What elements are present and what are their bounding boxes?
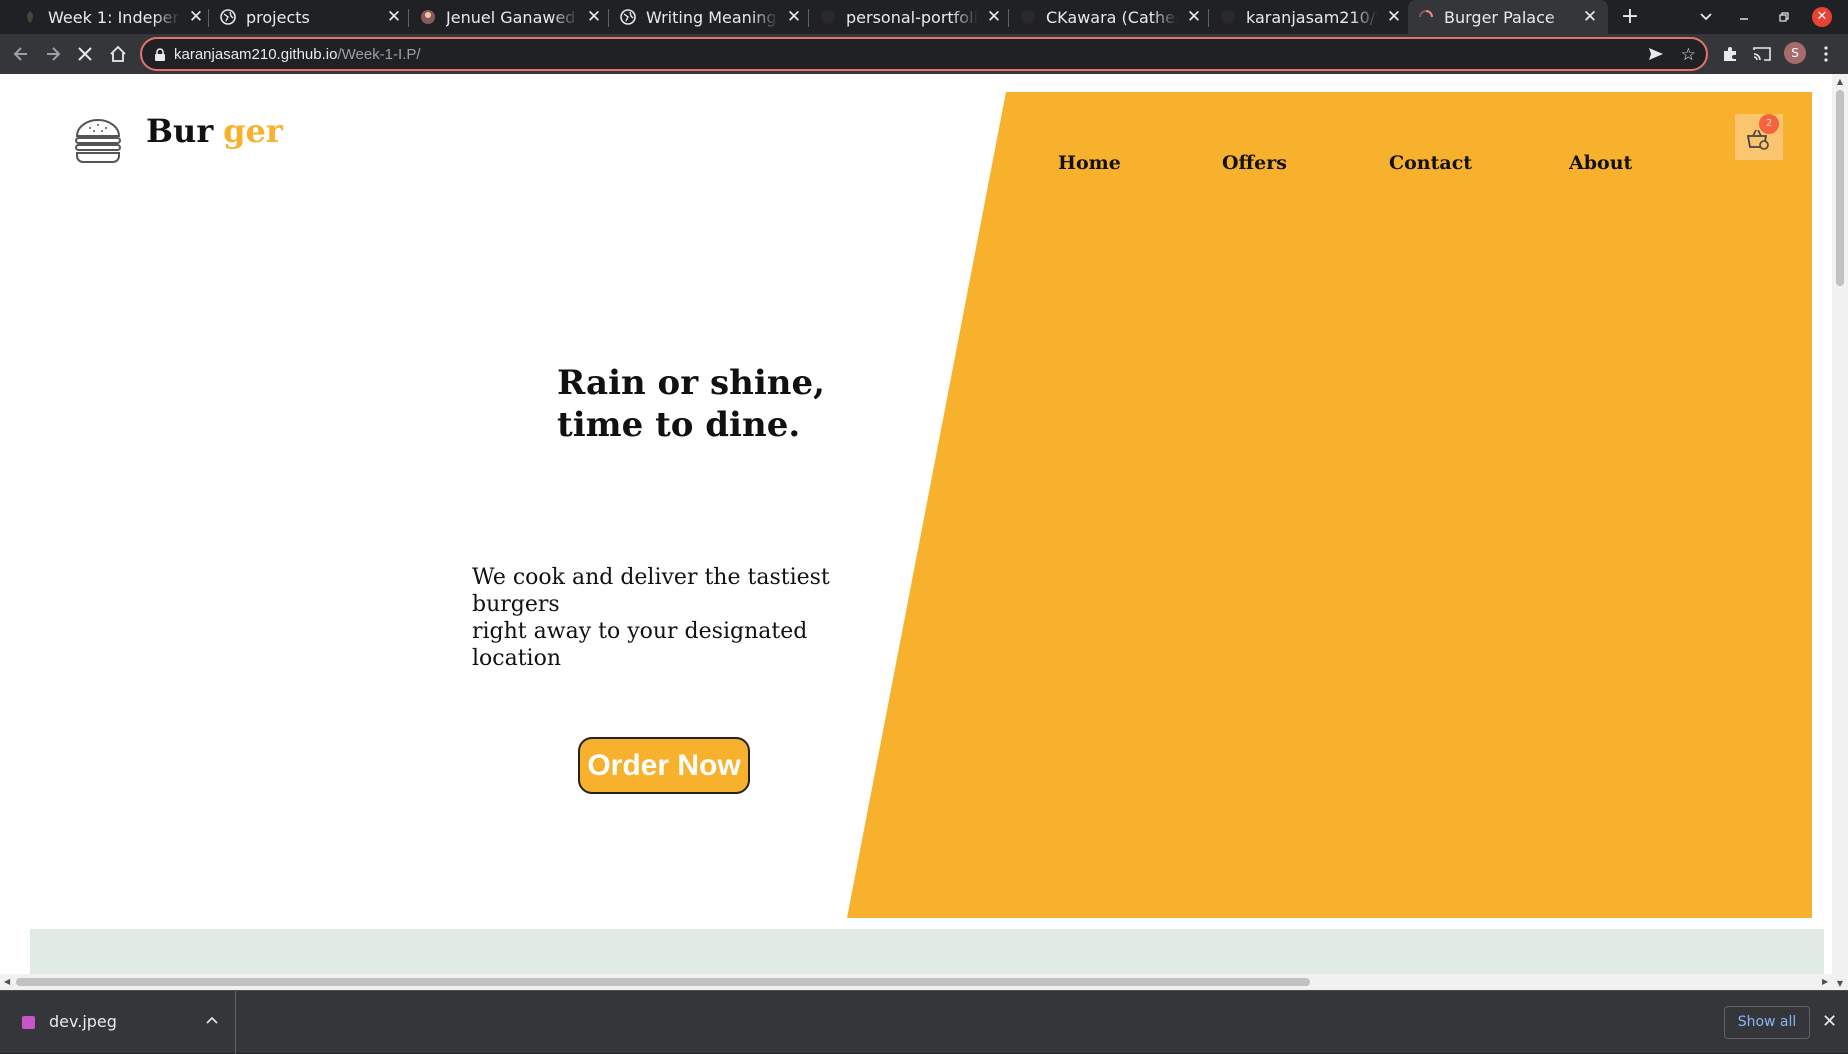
address-bar[interactable]: karanjasam210.github.io/Week-1-I.P/ ☆ [140,37,1708,71]
url-text: karanjasam210.github.io/Week-1-I.P/ [174,46,421,63]
scroll-right-arrow-icon[interactable]: ▶ [1822,977,1828,986]
close-download-shelf-icon[interactable]: ✕ [1822,1011,1837,1032]
leaf-icon [22,9,38,25]
scroll-left-arrow-icon[interactable]: ◀ [4,977,10,986]
page-viewport: Bur ger Home Offers Contact About 2 Rain … [0,74,1848,990]
tab-writing[interactable]: Writing Meaningful ✕ [620,0,804,34]
tab-title: Writing Meaningful [646,7,778,27]
minimize-icon[interactable] [1728,0,1760,34]
nav-about[interactable]: About [1569,152,1632,174]
tab-close-icon[interactable]: ✕ [784,7,804,27]
github-icon [820,9,836,25]
loading-spinner-icon [1418,9,1434,25]
tab-close-icon[interactable]: ✕ [1184,7,1204,27]
tab-title: projects [246,7,310,27]
tab-search-chevron-icon[interactable] [1690,0,1722,34]
hero-title-line-1: Rain or shine, [557,363,825,403]
nav-contact[interactable]: Contact [1389,152,1472,174]
horizontal-scrollbar[interactable]: ◀ ▶ [0,974,1832,990]
stop-loading-icon[interactable] [73,42,97,66]
more-menu-icon[interactable] [1814,42,1838,66]
profile-avatar[interactable]: S [1784,42,1806,64]
vertical-scroll-thumb[interactable] [1836,90,1844,286]
cast-icon[interactable] [1750,42,1774,66]
tab-close-icon[interactable]: ✕ [1384,7,1404,27]
nav-home[interactable]: Home [1058,152,1121,174]
tab-strip: Week 1: Independen ✕ projects ✕ Jenuel G… [0,0,1848,34]
hero-subtitle-line-1: We cook and deliver the tastiest burgers [472,565,830,617]
nav-offers[interactable]: Offers [1222,152,1287,174]
tab-jenuel[interactable]: Jenuel Ganawed ✕ [420,0,604,34]
hero-yellow-panel [847,92,1812,918]
scroll-down-arrow-icon[interactable]: ▼ [1835,979,1845,988]
extensions-puzzle-icon[interactable] [1718,42,1742,66]
hero-subtitle: We cook and deliver the tastiest burgers… [472,564,892,672]
forward-arrow-icon[interactable] [41,42,65,66]
download-shelf: dev.jpeg Show all ✕ [0,990,1848,1054]
avatar-icon [420,9,436,25]
tab-title: personal-portfolio/i [846,7,978,27]
tab-close-icon[interactable]: ✕ [584,7,604,27]
globe-icon [220,9,236,25]
bookmark-star-icon[interactable]: ☆ [1681,45,1696,65]
tab-burger-palace[interactable]: Burger Palace ✕ [1408,0,1608,34]
tab-portfolio[interactable]: personal-portfolio/i ✕ [820,0,1004,34]
tab-title: karanjasam210/We [1246,7,1378,27]
burger-logo-icon [74,118,122,168]
github-icon [1220,9,1236,25]
tab-projects[interactable]: projects ✕ [220,0,404,34]
scroll-up-arrow-icon[interactable]: ▲ [1835,77,1845,86]
tab-title: Jenuel Ganawed [446,7,576,27]
globe-icon [620,9,636,25]
chevron-up-icon[interactable] [206,1013,218,1028]
download-file-name: dev.jpeg [49,1012,117,1031]
tab-title: CKawara (Catherine [1046,7,1178,27]
tab-close-icon[interactable]: ✕ [186,7,206,27]
brand-logo-text[interactable]: Bur ger [146,112,283,150]
brand-part-2: ger [223,112,283,150]
home-icon[interactable] [106,42,130,66]
github-icon [1020,9,1036,25]
tab-title: Burger Palace [1444,7,1555,27]
hero-subtitle-line-2: right away to your designated location [472,619,808,671]
hero-title: Rain or shine, time to dine. [557,362,877,446]
new-tab-button[interactable]: + [1618,5,1642,29]
download-item[interactable]: dev.jpeg [0,991,236,1054]
vertical-scrollbar[interactable]: ▲ ▼ [1832,74,1848,990]
send-icon[interactable] [1648,46,1664,66]
tab-ckawara[interactable]: CKawara (Catherine ✕ [1020,0,1204,34]
tab-close-icon[interactable]: ✕ [984,7,1004,27]
tab-karanjasam[interactable]: karanjasam210/We ✕ [1220,0,1404,34]
tab-close-icon[interactable]: ✕ [384,7,404,27]
browser-toolbar: karanjasam210.github.io/Week-1-I.P/ ☆ S [0,34,1848,74]
back-arrow-icon[interactable] [9,42,33,66]
order-now-button[interactable]: Order Now [578,737,750,794]
cart-count-badge: 2 [1759,114,1779,134]
window-close-icon[interactable]: ✕ [1812,7,1832,27]
horizontal-scroll-thumb[interactable] [16,978,1310,986]
tab-title: Week 1: Independen [48,7,180,27]
restore-icon[interactable] [1768,0,1800,34]
tab-week1[interactable]: Week 1: Independen ✕ [22,0,206,34]
show-all-downloads-button[interactable]: Show all [1724,1006,1810,1039]
hero-title-line-2: time to dine. [557,405,801,445]
url-path: /Week-1-I.P/ [337,46,421,63]
tab-close-icon[interactable]: ✕ [1580,7,1600,27]
url-host: karanjasam210.github.io [174,46,338,63]
brand-part-1: Bur [146,112,214,150]
image-file-icon [22,1016,35,1029]
lock-icon[interactable] [154,47,166,66]
